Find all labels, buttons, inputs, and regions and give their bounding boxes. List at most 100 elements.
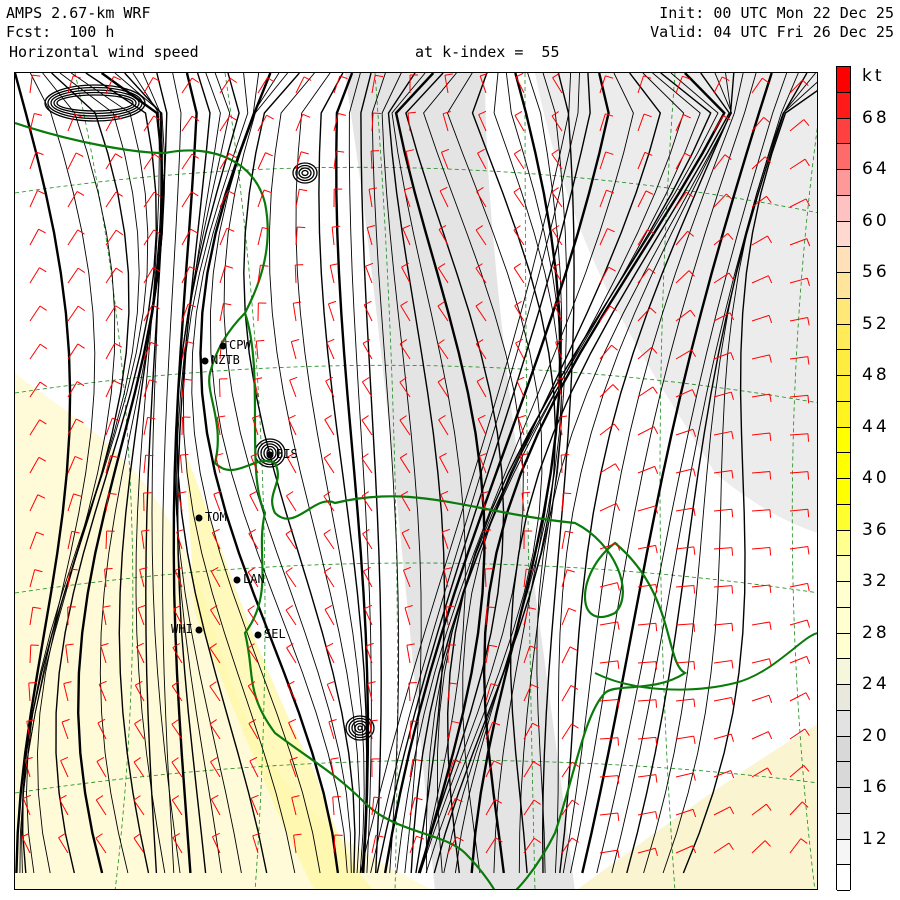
wind-barb xyxy=(514,110,525,132)
wind-barb xyxy=(513,263,525,284)
colorbar-segment xyxy=(837,298,850,325)
colorbar-segment xyxy=(837,762,850,788)
wind-barb xyxy=(363,300,373,322)
wind-barb xyxy=(67,343,85,360)
wind-barb xyxy=(675,623,696,632)
wind-barb xyxy=(751,621,772,630)
wind-barb xyxy=(252,414,261,436)
wind-barb xyxy=(295,188,308,208)
forecast-hour: Fcst: 100 h xyxy=(6,23,115,41)
colorbar-segment xyxy=(837,736,850,763)
colorbar-label: 60 xyxy=(862,210,890,231)
wind-barb xyxy=(361,415,373,436)
station-label: NZTB xyxy=(211,353,240,367)
wind-barb xyxy=(789,655,811,665)
wind-barb xyxy=(295,113,311,132)
station-label: LAN xyxy=(243,572,265,586)
wind-barb xyxy=(290,339,300,360)
wind-speed-map: CPW NZTB BIS TOM LAN WHI SEL xyxy=(14,72,818,890)
wind-barb xyxy=(637,426,659,436)
wind-barb xyxy=(637,622,658,632)
colorbar-segment xyxy=(837,685,850,711)
wind-barb xyxy=(751,547,772,556)
wind-barb xyxy=(513,187,525,208)
wind-barb xyxy=(285,491,297,512)
wind-barb xyxy=(181,153,199,170)
wind-barb xyxy=(599,698,620,708)
wind-barb xyxy=(286,643,297,664)
colorbar-segment xyxy=(837,67,850,93)
wind-barb xyxy=(105,229,124,246)
colorbar-segment xyxy=(837,556,850,582)
wind-barb xyxy=(295,226,306,246)
wind-barb xyxy=(285,605,297,626)
wind-barb xyxy=(324,415,335,436)
station-label: TOM xyxy=(205,510,227,524)
colorbar-segment xyxy=(837,144,850,170)
colorbar-segment xyxy=(837,195,850,222)
vortex-contour xyxy=(354,722,366,734)
init-time: Init: 00 UTC Mon 22 Dec 25 xyxy=(659,4,894,22)
wind-barb xyxy=(675,698,696,708)
wind-barb xyxy=(751,694,773,704)
colorbar-segment xyxy=(837,710,850,737)
colorbar-segment xyxy=(837,401,850,428)
streamline xyxy=(318,73,368,874)
colorbar xyxy=(836,66,851,891)
wind-barb xyxy=(713,547,734,556)
colorbar-segment xyxy=(837,633,850,660)
colorbar-segment xyxy=(837,607,850,634)
colorbar-segment xyxy=(837,427,850,454)
coastline xyxy=(594,632,817,691)
wind-barb xyxy=(599,502,621,512)
vortex-contour xyxy=(357,725,363,731)
wind-barb xyxy=(289,376,298,398)
wind-barb xyxy=(323,567,335,588)
wind-barb xyxy=(255,339,265,360)
vortex-contour xyxy=(298,167,312,179)
colorbar-segment xyxy=(837,170,850,196)
wind-barb xyxy=(29,267,47,284)
wind-barb xyxy=(29,74,41,94)
colorbar-segment xyxy=(837,582,850,608)
wind-barb xyxy=(751,584,772,593)
wind-barb xyxy=(675,735,696,745)
station-marker xyxy=(254,631,262,639)
colorbar-label: 56 xyxy=(862,262,890,282)
model-title: AMPS 2.67-km WRF xyxy=(6,4,151,22)
colorbar-segment xyxy=(837,247,850,273)
wind-barb xyxy=(143,229,161,246)
colorbar-segment xyxy=(837,865,850,891)
colorbar-unit: kt xyxy=(862,66,885,86)
wind-barb xyxy=(249,490,259,512)
wind-barb xyxy=(637,465,659,474)
wind-barb xyxy=(29,305,47,322)
wind-barb xyxy=(751,658,772,667)
colorbar-segment xyxy=(837,376,850,402)
wind-barb xyxy=(257,302,267,322)
wind-barb xyxy=(637,699,658,708)
wind-barb xyxy=(363,566,373,588)
vortex-contour xyxy=(56,94,134,112)
wind-barb xyxy=(294,264,304,284)
wind-barb xyxy=(323,529,335,550)
colorbar-label: 40 xyxy=(862,468,890,488)
wind-barb xyxy=(29,228,46,246)
colorbar-segment xyxy=(837,479,850,505)
wind-barb xyxy=(105,267,123,284)
colorbar-segment xyxy=(837,813,850,840)
vortex-contour xyxy=(301,169,309,177)
wind-barb xyxy=(323,453,335,474)
vortex-contour xyxy=(345,715,375,741)
colorbar-label: 44 xyxy=(862,416,890,437)
colorbar-segment xyxy=(837,839,850,866)
colorbar-segment xyxy=(837,504,850,531)
wind-barb xyxy=(287,414,297,436)
wind-barb xyxy=(324,604,335,626)
colorbar-segment xyxy=(837,324,850,351)
yellow-speed-shading xyxy=(577,724,817,889)
station-marker xyxy=(195,626,203,634)
wind-barb xyxy=(29,343,48,360)
wind-barb xyxy=(248,529,259,550)
wind-barb xyxy=(218,378,228,398)
